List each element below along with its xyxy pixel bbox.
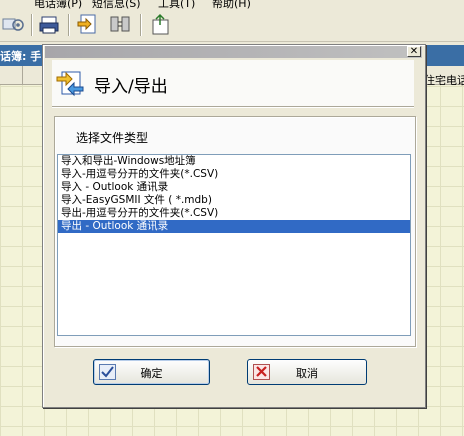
ok-label: 确定 bbox=[140, 367, 163, 380]
menu-help[interactable]: 帮助(H) bbox=[212, 0, 251, 9]
column-home-phone[interactable]: 住宅电话 bbox=[424, 72, 464, 88]
dialog-titlebar[interactable]: ✕ bbox=[45, 46, 422, 58]
dialog-header: 导入/导出 bbox=[52, 60, 414, 107]
app-title: 话簿: 手 bbox=[0, 50, 42, 63]
send-icon[interactable] bbox=[149, 13, 173, 37]
list-item[interactable]: 导入-EasyGSMII 文件 ( *.mdb) bbox=[58, 194, 410, 207]
toolbar-separator bbox=[140, 14, 142, 36]
toolbar-separator bbox=[31, 14, 33, 36]
menu-phonebook[interactable]: 电话簿(P) bbox=[34, 0, 82, 9]
menu-sms[interactable]: 短信息(S) bbox=[92, 0, 141, 9]
email-icon[interactable] bbox=[2, 13, 26, 37]
sync-icon[interactable] bbox=[108, 13, 132, 37]
menu-tools[interactable]: 工具(T) bbox=[158, 0, 195, 9]
toolbar bbox=[0, 9, 464, 42]
import-export-icon[interactable] bbox=[76, 13, 100, 37]
list-item-selected[interactable]: 导出 - Outlook 通讯录 bbox=[58, 220, 410, 233]
dialog-title: 导入/导出 bbox=[94, 77, 168, 97]
file-type-label: 选择文件类型 bbox=[76, 131, 149, 145]
ok-button[interactable]: 确定 bbox=[93, 359, 210, 385]
menu-bar: 电话簿(P) 短信息(S) 工具(T) 帮助(H) bbox=[0, 0, 464, 9]
list-item[interactable]: 导入和导出-Windows地址簿 bbox=[58, 155, 410, 168]
list-item[interactable]: 导入 - Outlook 通讯录 bbox=[58, 181, 410, 194]
print-icon[interactable] bbox=[38, 13, 62, 37]
list-item[interactable]: 导出-用逗号分开的文件夹(*.CSV) bbox=[58, 207, 410, 220]
import-export-dialog: ✕ 导入/导出 选择文件类型 导入和导出-Windows地址簿 导入-用逗号分开… bbox=[42, 44, 426, 408]
import-export-icon bbox=[56, 69, 84, 97]
toolbar-separator bbox=[68, 14, 70, 36]
cancel-label: 取消 bbox=[296, 367, 318, 380]
list-item[interactable]: 导入-用逗号分开的文件夹(*.CSV) bbox=[58, 168, 410, 181]
file-type-list[interactable]: 导入和导出-Windows地址簿 导入-用逗号分开的文件夹(*.CSV) 导入 … bbox=[57, 154, 411, 336]
close-button[interactable]: ✕ bbox=[407, 46, 421, 57]
cancel-button[interactable]: 取消 bbox=[247, 359, 367, 385]
column-divider[interactable] bbox=[22, 66, 23, 84]
divider bbox=[52, 107, 414, 108]
